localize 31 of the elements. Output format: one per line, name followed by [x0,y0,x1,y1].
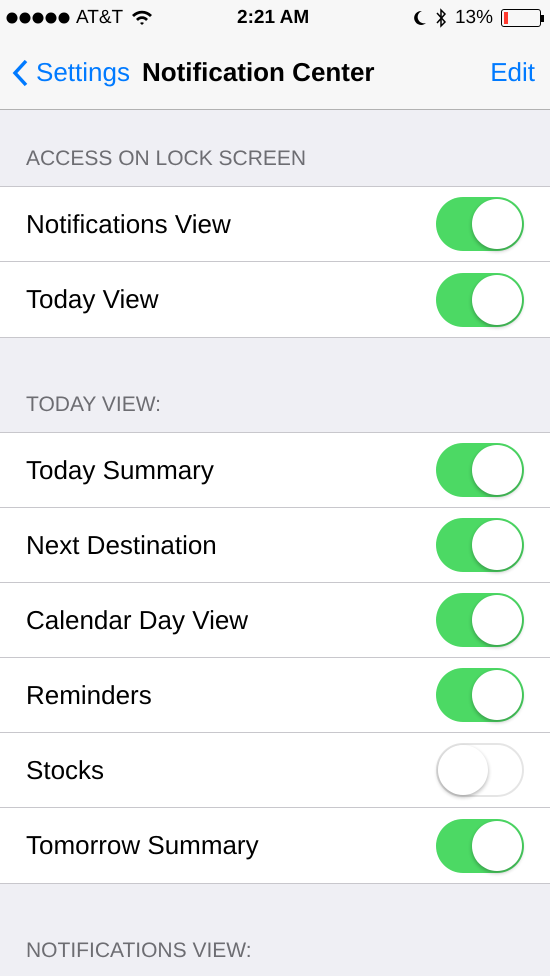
toggle-switch[interactable] [436,668,524,722]
toggle-switch[interactable] [436,593,524,647]
toggle-switch[interactable] [436,818,524,872]
moon-icon [412,10,427,26]
row-label: Notifications View [26,208,231,240]
row-label: Today Summary [26,454,214,486]
row-label: Next Destination [26,528,217,562]
toggle-switch[interactable] [436,518,524,572]
row-label: Today View [26,283,158,316]
toggle-switch[interactable] [436,272,524,326]
row-label: Tomorrow Summary [26,829,259,862]
section-header: ACCESS ON LOCK SCREEN [26,147,306,170]
battery-icon [501,9,544,27]
toggle-switch[interactable] [436,743,524,797]
edit-button[interactable]: Edit [490,53,535,92]
row-label: Calendar Day View [26,604,248,636]
carrier-name: AT&T [76,6,124,30]
row-label: Reminders [26,678,152,712]
section-header: TODAY VIEW: [26,393,161,416]
wifi-icon [131,10,154,26]
back-chevron-icon [12,58,28,86]
toggle-switch[interactable] [436,197,524,251]
toggle-switch[interactable] [436,443,524,497]
battery-percent: 13% [454,6,493,30]
back-button[interactable]: Settings [12,53,130,92]
row-label: Stocks [26,754,104,786]
signal-icon [6,12,70,24]
bluetooth-icon [434,8,447,28]
nav-title: Notification Center [142,56,375,89]
section-header: NOTIFICATIONS VIEW: [26,939,252,962]
status-time: 2:21 AM [237,6,310,30]
